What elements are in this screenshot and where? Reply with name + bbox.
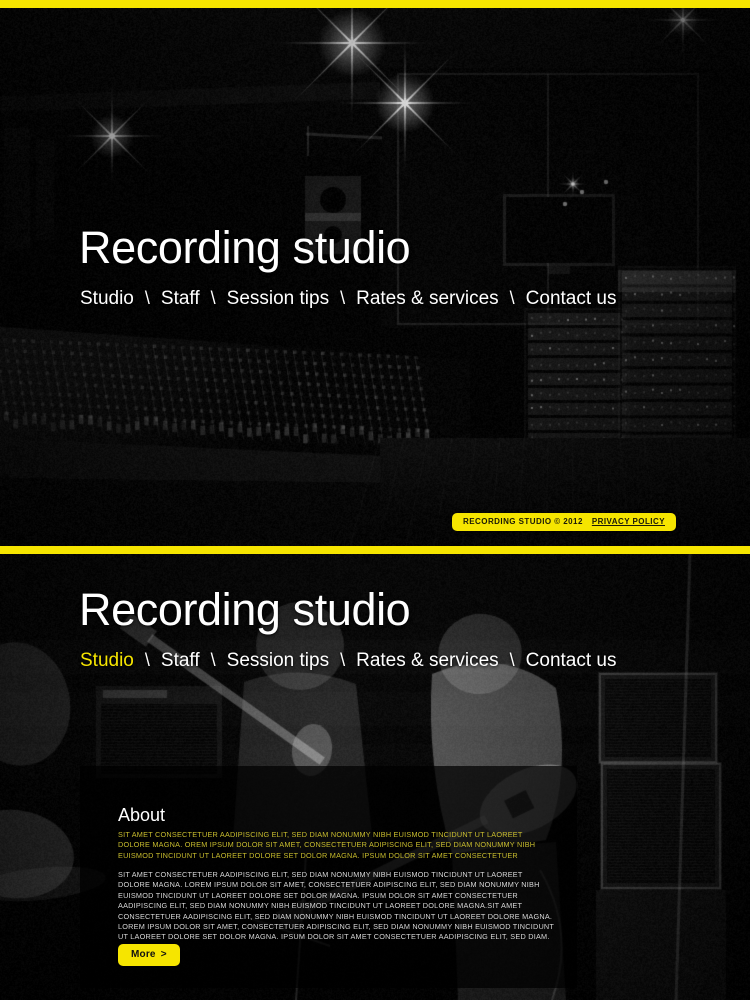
nav-item-session-tips[interactable]: Session tips bbox=[227, 287, 329, 311]
nav-separator: \ bbox=[144, 288, 150, 308]
page-root: Recording studio Studio \ Staff \ Session ti… bbox=[0, 0, 750, 1000]
nav-item-staff[interactable]: Staff bbox=[161, 649, 200, 673]
nav-item-contact-us[interactable]: Contact us bbox=[526, 287, 617, 311]
nav-separator: \ bbox=[144, 650, 150, 670]
nav-item-contact-us[interactable]: Contact us bbox=[526, 649, 617, 673]
nav-separator: \ bbox=[340, 650, 346, 670]
about-paragraph-2: SIT AMET CONSECTETUER AADIPISCING ELIT, … bbox=[118, 870, 554, 942]
page-title-secondary: Recording studio bbox=[79, 584, 411, 635]
header-block-bottom: Recording studio Studio \ Staff \ Session ti… bbox=[0, 584, 750, 673]
top-accent-bar bbox=[0, 0, 750, 8]
nav-item-rates-services[interactable]: Rates & services bbox=[356, 287, 499, 311]
about-heading: About bbox=[118, 805, 166, 825]
main-navigation-bottom[interactable]: Studio \ Staff \ Session tips \ Rates & servic… bbox=[80, 648, 750, 673]
page-title: Recording studio bbox=[79, 222, 411, 273]
section-divider-bar bbox=[0, 546, 750, 554]
nav-item-staff[interactable]: Staff bbox=[161, 287, 200, 311]
more-button[interactable]: More > bbox=[118, 944, 180, 966]
nav-separator: \ bbox=[509, 288, 515, 308]
chevron-right-icon: > bbox=[160, 949, 167, 960]
nav-separator: \ bbox=[210, 288, 216, 308]
header-block-top: Recording studio Studio \ Staff \ Session ti… bbox=[0, 222, 750, 311]
footer-badge[interactable]: RECORDING STUDIO © 2012 PRIVACY POLICY bbox=[452, 513, 676, 531]
nav-separator: \ bbox=[509, 650, 515, 670]
copyright-text: RECORDING STUDIO © 2012 bbox=[463, 517, 583, 526]
main-navigation-top[interactable]: Studio \ Staff \ Session tips \ Rates & servic… bbox=[80, 286, 750, 311]
about-panel: About SIT AMET CONSECTETUER AADIPISCING … bbox=[80, 766, 577, 988]
nav-item-rates-services[interactable]: Rates & services bbox=[356, 649, 499, 673]
nav-item-studio[interactable]: Studio bbox=[80, 287, 134, 311]
more-button-label: More bbox=[131, 949, 156, 960]
about-paragraph-1: SIT AMET CONSECTETUER AADIPISCING ELIT, … bbox=[118, 830, 536, 860]
privacy-policy-link[interactable]: PRIVACY POLICY bbox=[592, 517, 665, 527]
nav-separator: \ bbox=[210, 650, 216, 670]
nav-item-studio[interactable]: Studio bbox=[80, 649, 134, 673]
nav-item-session-tips[interactable]: Session tips bbox=[227, 649, 329, 673]
nav-separator: \ bbox=[340, 288, 346, 308]
